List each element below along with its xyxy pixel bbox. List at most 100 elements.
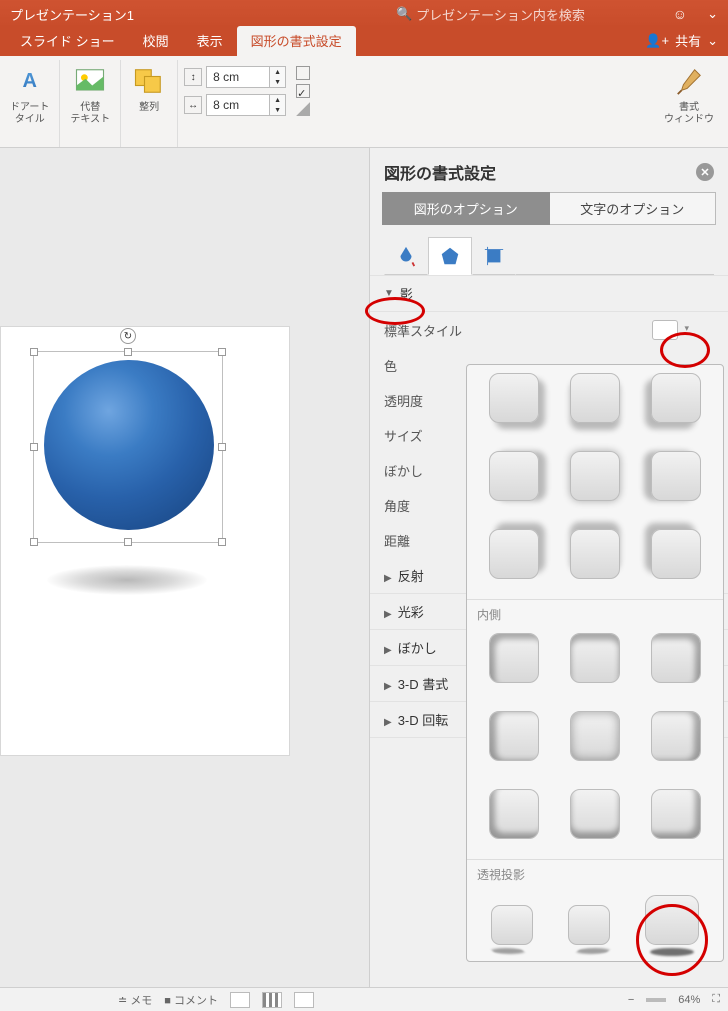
lock-aspect-on[interactable] bbox=[296, 84, 310, 98]
shape-width-input[interactable]: 8 cm ▲▼ bbox=[206, 94, 286, 116]
wordart-styles-button[interactable]: A ドアート タイル bbox=[0, 60, 60, 147]
shadow-inner-b[interactable] bbox=[570, 789, 620, 839]
resize-handle[interactable] bbox=[218, 348, 226, 356]
share-label: 共有 bbox=[675, 31, 701, 50]
chevron-down-icon[interactable]: ⌄ bbox=[707, 6, 718, 22]
status-bar: ≐ メモ ■ コメント − 64% ⛶ bbox=[0, 987, 728, 1011]
tab-shape-format[interactable]: 図形の書式設定 bbox=[237, 26, 356, 56]
size-dialog-launcher[interactable] bbox=[296, 102, 310, 116]
resize-handle[interactable] bbox=[30, 348, 38, 356]
shadow-outer-r[interactable] bbox=[489, 451, 539, 501]
shadow-inner-tl[interactable] bbox=[489, 633, 539, 683]
lock-aspect-off[interactable] bbox=[296, 66, 310, 80]
zoom-value[interactable]: 64% bbox=[678, 994, 700, 1006]
slide-canvas[interactable]: ↻ bbox=[0, 148, 370, 988]
comments-button[interactable]: ■ コメント bbox=[164, 992, 218, 1008]
shadow-inner-l[interactable] bbox=[489, 711, 539, 761]
distance-label: 距離 bbox=[384, 531, 454, 550]
sphere-shadow bbox=[47, 565, 207, 595]
share-icon: 👤+ bbox=[645, 33, 669, 49]
rotate-handle[interactable]: ↻ bbox=[120, 328, 136, 344]
shadow-inner-bl[interactable] bbox=[489, 789, 539, 839]
zoom-out-button[interactable]: − bbox=[628, 994, 634, 1006]
wordart-icon: A bbox=[12, 64, 48, 98]
arrange-icon bbox=[131, 64, 167, 98]
angle-label: 角度 bbox=[384, 496, 454, 515]
sorter-view-button[interactable] bbox=[262, 992, 282, 1008]
tab-review[interactable]: 校閲 bbox=[129, 26, 183, 56]
share-button[interactable]: 👤+ 共有 ⌄ bbox=[645, 31, 718, 56]
shape-options-tab[interactable]: 図形のオプション bbox=[382, 192, 550, 225]
text-options-tab[interactable]: 文字のオプション bbox=[550, 192, 717, 225]
shadow-inner-r[interactable] bbox=[651, 711, 701, 761]
close-pane-button[interactable]: ✕ bbox=[696, 163, 714, 181]
resize-handle[interactable] bbox=[218, 443, 226, 451]
wordart-label: ドアート タイル bbox=[10, 102, 49, 126]
shadow-outer-br[interactable] bbox=[489, 373, 539, 423]
alt-text-button[interactable]: 代替 テキスト bbox=[60, 60, 121, 147]
height-icon: ↕ bbox=[184, 68, 202, 86]
normal-view-button[interactable] bbox=[230, 992, 250, 1008]
slide[interactable]: ↻ bbox=[0, 326, 290, 756]
resize-handle[interactable] bbox=[30, 538, 38, 546]
feedback-icon[interactable]: ☺︎ bbox=[673, 6, 687, 22]
spin-up[interactable]: ▲ bbox=[269, 67, 285, 77]
spin-down[interactable]: ▼ bbox=[269, 77, 285, 87]
shadow-inner-br[interactable] bbox=[651, 789, 701, 839]
expand-icon: ▼ bbox=[384, 288, 394, 299]
notes-button[interactable]: ≐ メモ bbox=[118, 992, 152, 1008]
fit-window-button[interactable]: ⛶ bbox=[712, 993, 720, 1006]
format-pane-label: 書式 ウィンドウ bbox=[664, 102, 714, 126]
shadow-outer-b[interactable] bbox=[570, 373, 620, 423]
section-shadow-label: 影 bbox=[400, 284, 413, 303]
shadow-preset-gallery: 内側 透視投影 bbox=[466, 364, 724, 962]
effects-tab[interactable] bbox=[428, 237, 472, 275]
shadow-perspective-1[interactable] bbox=[491, 905, 533, 945]
width-icon: ↔ bbox=[184, 96, 202, 114]
size-properties-tab[interactable] bbox=[472, 237, 516, 275]
shadow-outer-tl[interactable] bbox=[651, 529, 701, 579]
ribbon-tabs: スライド ショー 校閲 表示 図形の書式設定 👤+ 共有 ⌄ bbox=[0, 28, 728, 56]
spin-down[interactable]: ▼ bbox=[269, 105, 285, 115]
shadow-inner-t[interactable] bbox=[570, 633, 620, 683]
shape-width-value: 8 cm bbox=[213, 98, 239, 112]
shadow-preset-button[interactable] bbox=[652, 320, 678, 340]
shadow-outer-l[interactable] bbox=[651, 451, 701, 501]
alt-text-icon bbox=[72, 64, 108, 98]
shadow-perspective-below[interactable] bbox=[645, 895, 699, 945]
section-shadow[interactable]: ▼ 影 bbox=[370, 276, 728, 312]
tab-view[interactable]: 表示 bbox=[183, 26, 237, 56]
search-icon: 🔍 bbox=[396, 6, 412, 22]
shadow-inner-tr[interactable] bbox=[651, 633, 701, 683]
shape-selection[interactable]: ↻ bbox=[33, 351, 223, 543]
zoom-slider[interactable] bbox=[646, 998, 666, 1002]
shadow-outer-tr[interactable] bbox=[489, 529, 539, 579]
chevron-down-icon: ⌄ bbox=[707, 33, 718, 49]
resize-handle[interactable] bbox=[124, 348, 132, 356]
document-title: プレゼンテーション1 bbox=[10, 5, 134, 24]
shadow-inner-c[interactable] bbox=[570, 711, 620, 761]
shadow-outer-c[interactable] bbox=[570, 451, 620, 501]
title-bar: プレゼンテーション1 🔍 プレゼンテーション内を検索 ☺︎ ⌄ bbox=[0, 0, 728, 28]
shadow-perspective-2[interactable] bbox=[568, 905, 610, 945]
spin-up[interactable]: ▲ bbox=[269, 95, 285, 105]
shadow-outer-bl[interactable] bbox=[651, 373, 701, 423]
gallery-perspective-label: 透視投影 bbox=[467, 859, 723, 885]
resize-handle[interactable] bbox=[218, 538, 226, 546]
search-box[interactable]: 🔍 プレゼンテーション内を検索 bbox=[396, 5, 585, 24]
shape-height-input[interactable]: 8 cm ▲▼ bbox=[206, 66, 286, 88]
format-pane-button[interactable]: 書式 ウィンドウ bbox=[654, 60, 724, 147]
tab-slideshow[interactable]: スライド ショー bbox=[6, 26, 129, 56]
resize-handle[interactable] bbox=[30, 443, 38, 451]
arrange-button[interactable]: 整列 bbox=[121, 60, 178, 147]
resize-handle[interactable] bbox=[124, 538, 132, 546]
shadow-outer-t[interactable] bbox=[570, 529, 620, 579]
brush-icon bbox=[671, 64, 707, 98]
preset-label: 標準スタイル bbox=[384, 321, 462, 340]
section-softedge-label: ぼかし bbox=[398, 641, 437, 656]
fill-line-tab[interactable] bbox=[384, 237, 428, 275]
reading-view-button[interactable] bbox=[294, 992, 314, 1008]
sphere-shape[interactable] bbox=[44, 360, 214, 530]
color-label: 色 bbox=[384, 356, 454, 375]
lock-aspect-group bbox=[292, 60, 314, 116]
